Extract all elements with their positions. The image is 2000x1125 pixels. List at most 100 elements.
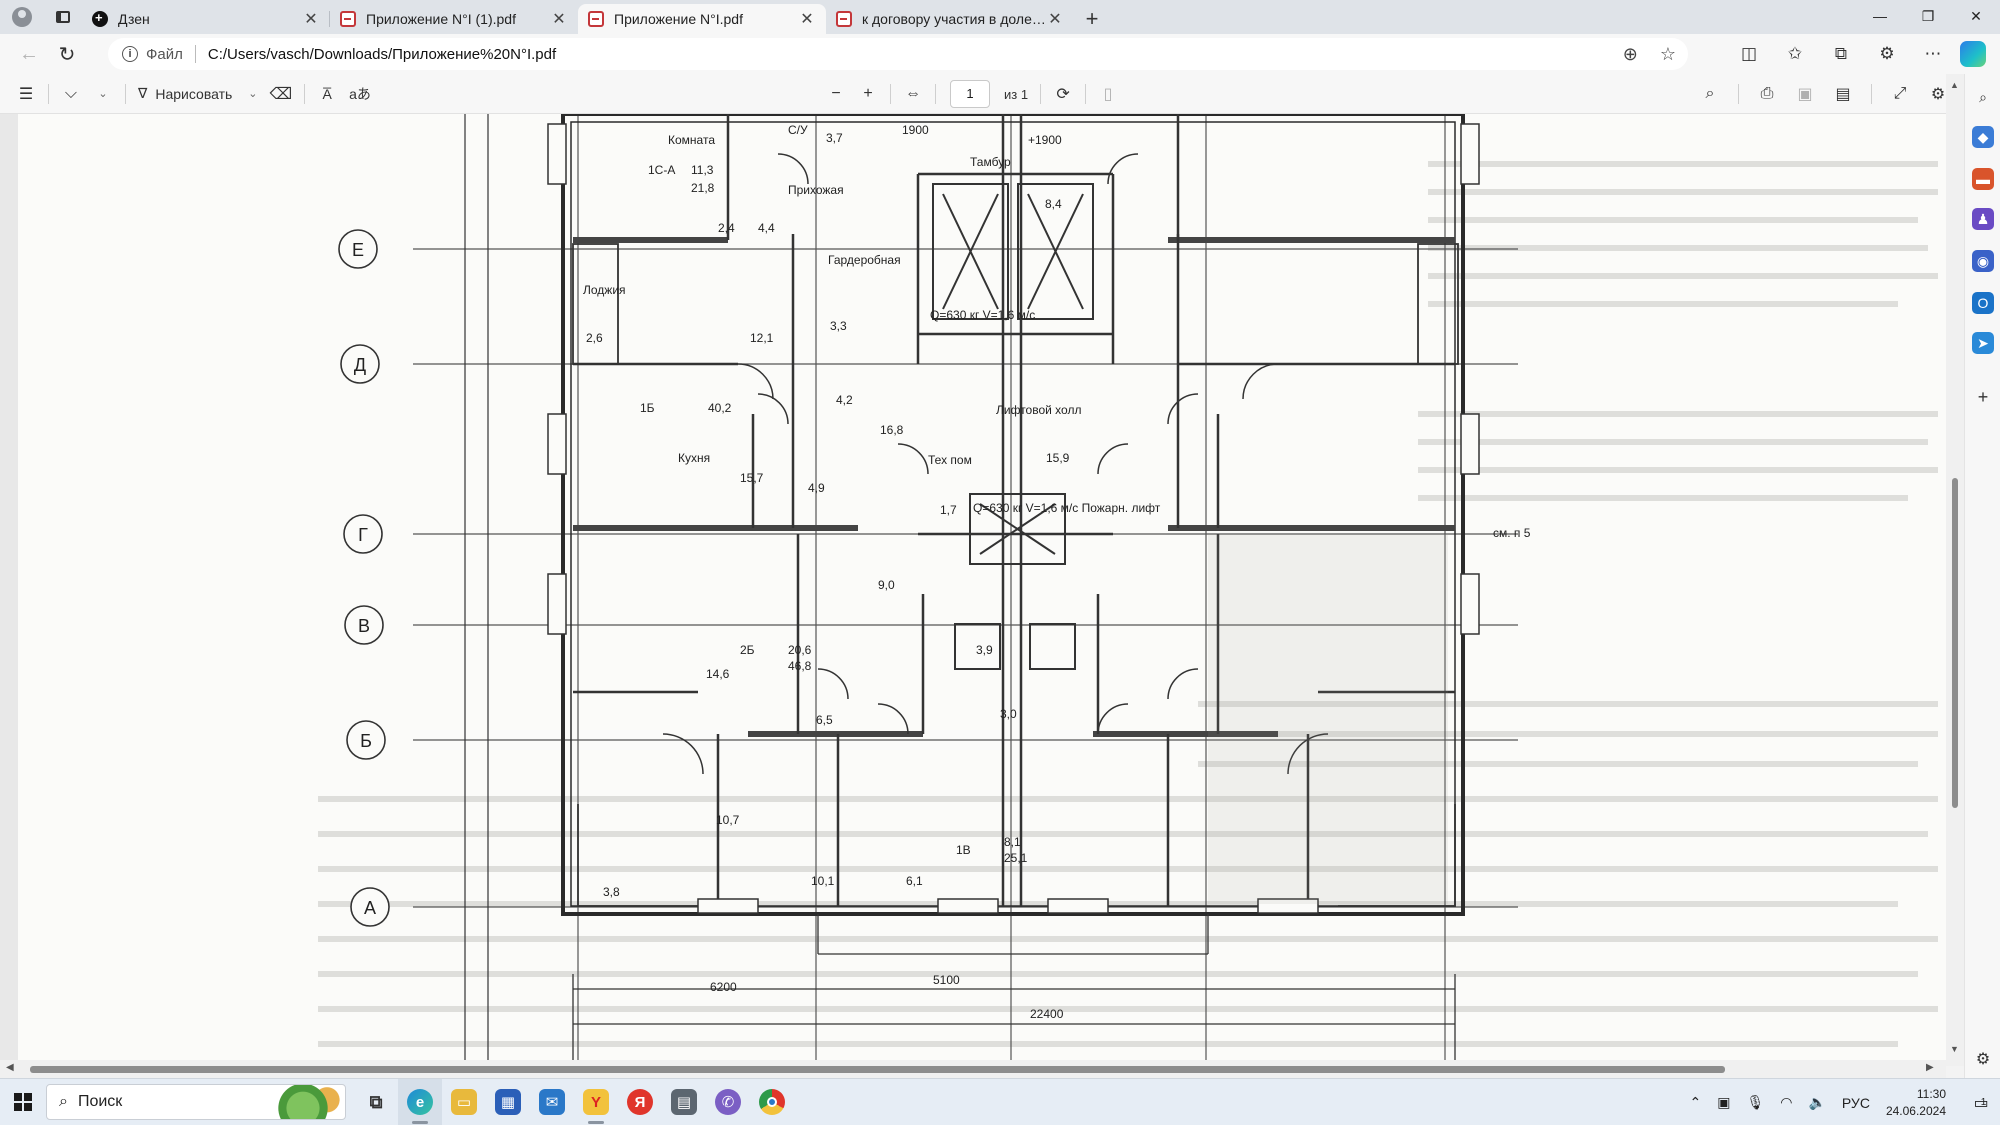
room-label: 9,0 — [878, 578, 895, 592]
office-icon[interactable]: ◉ — [1972, 250, 1994, 272]
page-view-icon[interactable]: ▯ — [1092, 79, 1124, 109]
fullscreen-icon[interactable]: ⤢ — [1884, 79, 1916, 109]
refresh-button[interactable]: ↻ — [48, 37, 86, 71]
scroll-right-icon[interactable]: ▶ — [1926, 1062, 1934, 1073]
language-indicator[interactable]: РУС — [1834, 1095, 1878, 1111]
info-icon[interactable]: i — [122, 46, 138, 62]
yandex-browser-taskbar-button[interactable]: Y — [574, 1079, 618, 1125]
room-label: 10,1 — [811, 874, 835, 888]
yandex-taskbar-button[interactable]: Я — [618, 1079, 662, 1125]
find-icon[interactable]: ⌕ — [1694, 79, 1726, 109]
contents-icon[interactable]: ☰ — [10, 79, 42, 109]
profile-button[interactable] — [0, 0, 44, 34]
start-button[interactable] — [0, 1079, 46, 1125]
wifi-icon[interactable]: ◠ — [1772, 1094, 1800, 1111]
tab-close-icon[interactable]: ✕ — [550, 9, 568, 29]
tab-close-icon[interactable]: ✕ — [1046, 9, 1064, 29]
room-label: 25,1 — [1004, 851, 1028, 865]
text-tool-button[interactable]: A̅ — [311, 79, 343, 109]
room-label: С/У — [788, 123, 808, 137]
volume-icon[interactable]: 🔈 — [1800, 1094, 1833, 1111]
tab-prilozhenie-active[interactable]: Приложение N°I.pdf ✕ — [578, 4, 826, 34]
favorites-icon[interactable]: ✩ — [1776, 38, 1814, 70]
copilot-icon[interactable] — [1960, 41, 1986, 67]
draw-button[interactable]: ∇ Нарисовать ⌄ — [132, 79, 264, 109]
new-tab-button[interactable]: + — [1074, 4, 1110, 34]
tab-actions-button[interactable] — [44, 0, 82, 34]
translate-button[interactable]: aあ — [343, 79, 377, 109]
minimize-button[interactable]: — — [1856, 0, 1904, 32]
scroll-down-icon[interactable]: ▼ — [1950, 1044, 1959, 1054]
room-label: 1В — [956, 843, 971, 857]
explorer-taskbar-button[interactable]: ▭ — [442, 1079, 486, 1125]
zoom-out-icon[interactable]: − — [820, 79, 852, 109]
tab-close-icon[interactable]: ✕ — [798, 9, 816, 29]
scroll-left-icon[interactable]: ◀ — [6, 1062, 14, 1073]
zoom-icon[interactable]: ⊕ — [1623, 44, 1638, 65]
calculator-taskbar-button[interactable]: ▤ — [662, 1079, 706, 1125]
fit-width-icon[interactable]: ⇔ — [897, 79, 929, 109]
viber-taskbar-button[interactable]: ✆ — [706, 1079, 750, 1125]
back-button[interactable]: ← — [10, 37, 48, 71]
microphone-icon[interactable]: 🎙 — [1738, 1094, 1772, 1111]
save-icon[interactable]: ▣ — [1789, 79, 1821, 109]
games-icon[interactable]: ♟ — [1972, 208, 1994, 230]
scroll-up-icon[interactable]: ▲ — [1950, 80, 1959, 90]
tray-app-icon[interactable]: ▣ — [1709, 1094, 1738, 1111]
vertical-scroll-thumb[interactable] — [1952, 478, 1958, 808]
telegram-icon[interactable]: ➤ — [1972, 332, 1994, 354]
vertical-scrollbar[interactable]: ▲ ▼ — [1946, 74, 1964, 1066]
page-number-input[interactable]: 1 — [950, 80, 990, 108]
chevron-up-icon[interactable]: ⌃ — [1681, 1094, 1709, 1111]
mail-taskbar-button[interactable]: ✉ — [530, 1079, 574, 1125]
edge-taskbar-button[interactable]: e — [398, 1078, 442, 1125]
room-label: 3,9 — [976, 643, 993, 657]
store-taskbar-button[interactable]: ▦ — [486, 1079, 530, 1125]
favorite-star-icon[interactable]: ☆ — [1660, 44, 1676, 65]
tools-icon[interactable]: ▬ — [1972, 168, 1994, 190]
tab-close-icon[interactable]: ✕ — [302, 9, 320, 29]
highlight-icon[interactable]: ⌵ — [55, 79, 87, 109]
split-screen-icon[interactable]: ◫ — [1730, 38, 1768, 70]
axis-label: Е — [352, 240, 364, 260]
taskbar: ⌕ Поиск ⧉ e ▭ ▦ ✉ Y Я ▤ ✆ ⌃ ▣ 🎙 ◠ 🔈 РУС … — [0, 1078, 2000, 1125]
taskbar-search[interactable]: ⌕ Поиск — [46, 1084, 346, 1120]
tab-dogovor[interactable]: к договору участия в долевом ✕ — [826, 4, 1074, 34]
horizontal-scrollbar[interactable]: ◀ ▶ — [0, 1060, 1946, 1078]
pdf-icon — [340, 11, 356, 27]
rotate-icon[interactable]: ⟳ — [1047, 79, 1079, 109]
notification-center-button[interactable]: ▭ 1 — [1960, 1079, 2000, 1125]
room-label: Тех пом — [928, 453, 972, 467]
clock[interactable]: 11:30 24.06.2024 — [1878, 1086, 1960, 1120]
more-menu-icon[interactable]: ⋯ — [1914, 38, 1952, 70]
zoom-in-icon[interactable]: + — [852, 79, 884, 109]
close-window-button[interactable]: ✕ — [1952, 0, 2000, 32]
room-label: 2,6 — [586, 331, 603, 345]
extensions-icon[interactable]: ⚙ — [1868, 38, 1906, 70]
shopping-icon[interactable]: ◆ — [1972, 126, 1994, 148]
room-label: 40,2 — [708, 401, 732, 415]
address-bar[interactable]: i Файл C:/Users/vasch/Downloads/Приложен… — [108, 38, 1688, 70]
tab-prilozhenie-1[interactable]: Приложение N°I (1).pdf ✕ — [330, 4, 578, 34]
add-sidebar-app-icon[interactable]: + — [1972, 386, 1994, 408]
highlight-dropdown-icon[interactable]: ⌄ — [87, 79, 119, 109]
room-label: 2,4 — [718, 221, 735, 235]
collections-icon[interactable]: ⧉ — [1822, 38, 1860, 70]
chrome-taskbar-button[interactable] — [750, 1079, 794, 1125]
print-icon[interactable]: ⎙ — [1751, 79, 1783, 109]
eraser-icon[interactable]: ⌫ — [264, 79, 299, 109]
save-as-icon[interactable]: ▤ — [1827, 79, 1859, 109]
room-label: 6,5 — [816, 713, 833, 727]
viber-icon: ✆ — [715, 1089, 741, 1115]
sidebar-settings-icon[interactable]: ⚙ — [1972, 1048, 1994, 1070]
pdf-viewer[interactable]: Е Д Г В Б А Комната 1С-А 11,3 21,8 Прихо… — [0, 114, 1946, 1066]
pdf-icon — [588, 11, 604, 27]
restore-button[interactable]: ❐ — [1904, 0, 1952, 32]
room-label: Q=630 кг V=1,6 м/с Пожарн. лифт — [973, 501, 1161, 515]
task-view-button[interactable]: ⧉ — [354, 1079, 398, 1125]
search-icon[interactable]: ⌕ — [1972, 86, 1994, 108]
horizontal-scroll-thumb[interactable] — [30, 1066, 1725, 1073]
outlook-icon[interactable]: O — [1972, 292, 1994, 314]
url-text[interactable]: C:/Users/vasch/Downloads/Приложение%20N°… — [208, 46, 556, 63]
tab-dzen[interactable]: Дзен ✕ — [82, 4, 330, 34]
